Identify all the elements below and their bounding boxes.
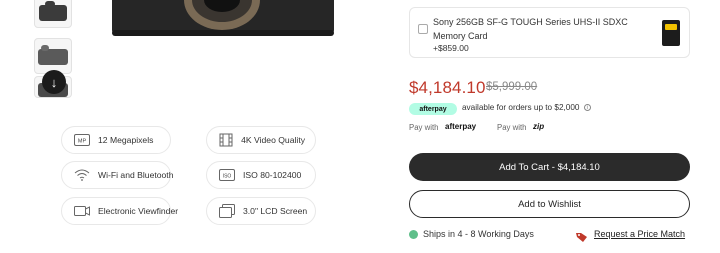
addon-price: +$859.00 <box>433 43 469 53</box>
shipping-info: Ships in 4 - 8 Working Days <box>423 229 534 239</box>
memory-card-image <box>662 20 680 46</box>
feature-label: ISO 80-102400 <box>243 170 302 180</box>
paywith-label: Pay with <box>409 123 439 132</box>
feature-label: Wi-Fi and Bluetooth <box>98 170 174 180</box>
feature-iso: ISO ISO 80-102400 <box>206 161 316 189</box>
info-icon[interactable]: i <box>583 104 591 112</box>
feature-label: 12 Megapixels <box>98 135 154 145</box>
feature-label: Electronic Viewfinder <box>98 206 179 216</box>
afterpay-note-text: available for orders up to $2,000 <box>462 103 580 112</box>
screen-icon <box>219 204 235 218</box>
shipping-status-dot <box>409 230 418 239</box>
upsell-addon[interactable]: Sony 256GB SF-G TOUGH Series UHS-II SDXC… <box>409 7 690 58</box>
film-icon <box>219 133 233 147</box>
thumbnail-camera-top[interactable] <box>34 38 72 74</box>
afterpay-note: available for orders up to $2,000 i <box>462 103 591 112</box>
price-tag-icon <box>576 229 588 242</box>
svg-text:MP: MP <box>78 139 87 145</box>
add-to-wishlist-label: Add to Wishlist <box>518 198 581 210</box>
feature-viewfinder: Electronic Viewfinder <box>61 197 178 225</box>
viewfinder-icon <box>74 204 90 218</box>
svg-text:ISO: ISO <box>223 173 232 179</box>
add-to-cart-label: Add To Cart - $4,184.10 <box>499 161 600 173</box>
megapixel-icon: MP <box>74 133 90 147</box>
wifi-icon <box>74 168 90 182</box>
afterpay-badge: afterpay <box>409 103 457 115</box>
request-price-match-link[interactable]: Request a Price Match <box>594 229 685 239</box>
feature-video: 4K Video Quality <box>206 126 316 154</box>
arrow-down-icon: ↓ <box>50 74 58 90</box>
afterpay-logo[interactable]: afterpay <box>445 122 476 131</box>
gallery-scroll-down-button[interactable]: ↓ <box>42 70 66 94</box>
addon-name: Sony 256GB SF-G TOUGH Series UHS-II SDXC… <box>433 17 628 41</box>
paywith-label: Pay with <box>497 123 527 132</box>
thumbnail-camera-side[interactable] <box>34 0 72 28</box>
zip-logo[interactable]: zip <box>533 122 544 131</box>
original-price: $5,999.00 <box>486 81 538 93</box>
product-main-image <box>112 0 334 38</box>
feature-label: 3.0" LCD Screen <box>243 206 308 216</box>
add-to-wishlist-button[interactable]: Add to Wishlist <box>409 190 690 218</box>
iso-icon: ISO <box>219 168 235 182</box>
feature-wifi: Wi-Fi and Bluetooth <box>61 161 174 189</box>
add-to-cart-button[interactable]: Add To Cart - $4,184.10 <box>409 153 690 181</box>
feature-label: 4K Video Quality <box>241 135 305 145</box>
addon-checkbox[interactable] <box>418 24 428 34</box>
current-price: $4,184.10 <box>409 78 486 97</box>
feature-megapixels: MP 12 Megapixels <box>61 126 171 154</box>
afterpay-logo: afterpay <box>419 105 447 113</box>
feature-screen: 3.0" LCD Screen <box>206 197 316 225</box>
